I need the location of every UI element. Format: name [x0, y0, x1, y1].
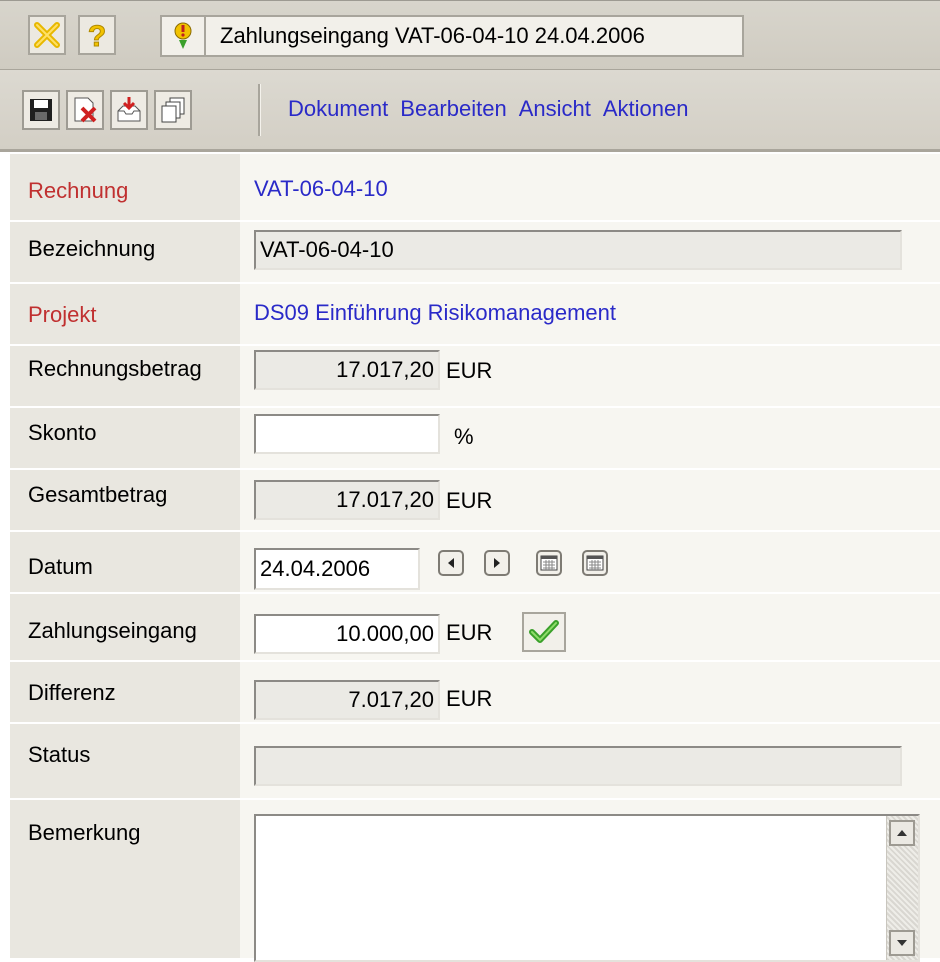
row-projekt: Projekt DS09 Einführung Risikomanagement: [10, 282, 940, 344]
status-label: Status: [28, 742, 91, 767]
rechnung-link[interactable]: VAT-06-04-10: [254, 176, 388, 202]
date-prev-icon[interactable]: [438, 550, 464, 576]
form-window: ? Zahlungseingang VAT-06-04-10 24.04.200…: [0, 0, 940, 962]
row-rechnungsbetrag: Rechnungsbetrag 17.017,20 EUR: [10, 344, 940, 406]
delete-doc-icon[interactable]: [66, 90, 104, 130]
zahlungseingang-field[interactable]: 10.000,00: [254, 614, 440, 654]
row-gesamtbetrag: Gesamtbetrag 17.017,20 EUR: [10, 468, 940, 530]
bezeichnung-field[interactable]: VAT-06-04-10: [254, 230, 902, 270]
help-question-icon[interactable]: ?: [78, 15, 116, 55]
document-alert-icon: [162, 17, 204, 55]
invoice-form: Rechnung VAT-06-04-10 Bezeichnung VAT-06…: [10, 152, 940, 962]
window-title: Zahlungseingang VAT-06-04-10 24.04.2006: [220, 23, 645, 48]
confirm-check-icon[interactable]: [522, 612, 566, 652]
differenz-field[interactable]: 7.017,20: [254, 680, 440, 720]
inbox-download-icon[interactable]: [110, 90, 148, 130]
menu-bearbeiten[interactable]: Bearbeiten: [400, 96, 506, 122]
menu-ansicht[interactable]: Ansicht: [519, 96, 591, 122]
row-bemerkung: Bemerkung: [10, 798, 940, 962]
scroll-down-icon[interactable]: [889, 930, 915, 956]
skonto-label: Skonto: [28, 420, 97, 445]
rechnungsbetrag-unit: EUR: [446, 358, 493, 383]
skonto-field[interactable]: [254, 414, 440, 454]
scroll-up-icon[interactable]: [889, 820, 915, 846]
calendar-icon[interactable]: [536, 550, 562, 576]
gesamtbetrag-label: Gesamtbetrag: [28, 482, 168, 507]
row-differenz: Differenz 7.017,20 EUR: [10, 660, 940, 722]
calendar-range-icon[interactable]: [582, 550, 608, 576]
svg-text:?: ?: [88, 20, 106, 51]
row-rechnung: Rechnung VAT-06-04-10: [10, 152, 940, 220]
row-bezeichnung: Bezeichnung VAT-06-04-10: [10, 220, 940, 282]
gesamtbetrag-field[interactable]: 17.017,20: [254, 480, 440, 520]
bemerkung-label: Bemerkung: [28, 820, 141, 845]
date-next-icon[interactable]: [484, 550, 510, 576]
toolbar: Dokument Bearbeiten Ansicht Aktionen: [0, 70, 940, 152]
copy-pages-icon[interactable]: [154, 90, 192, 130]
bemerkung-scrollbar[interactable]: [886, 816, 918, 960]
projekt-label: Projekt: [28, 302, 97, 327]
row-status: Status: [10, 722, 940, 798]
status-field[interactable]: [254, 746, 902, 786]
document-tab[interactable]: Zahlungseingang VAT-06-04-10 24.04.2006: [160, 15, 744, 57]
zahlungseingang-unit: EUR: [446, 620, 493, 645]
toolbar-separator: [258, 84, 261, 136]
title-bar: ? Zahlungseingang VAT-06-04-10 24.04.200…: [0, 0, 940, 70]
menu-dokument[interactable]: Dokument: [288, 96, 388, 122]
row-datum: Datum 24.04.2006: [10, 530, 940, 592]
close-x-icon[interactable]: [28, 15, 66, 55]
bemerkung-textarea[interactable]: [254, 814, 920, 962]
save-disk-icon[interactable]: [22, 90, 60, 130]
skonto-unit: %: [454, 424, 474, 449]
rechnungsbetrag-label: Rechnungsbetrag: [28, 356, 202, 381]
gesamtbetrag-unit: EUR: [446, 488, 493, 513]
menu-aktionen[interactable]: Aktionen: [603, 96, 689, 122]
datum-field[interactable]: 24.04.2006: [254, 548, 420, 590]
differenz-label: Differenz: [28, 680, 116, 705]
differenz-unit: EUR: [446, 686, 493, 711]
bezeichnung-label: Bezeichnung: [28, 236, 156, 261]
datum-label: Datum: [28, 554, 93, 579]
menu-bar: Dokument Bearbeiten Ansicht Aktionen: [288, 96, 688, 122]
rechnung-label: Rechnung: [28, 178, 129, 203]
row-zahlungseingang: Zahlungseingang 10.000,00 EUR: [10, 592, 940, 660]
rechnungsbetrag-field[interactable]: 17.017,20: [254, 350, 440, 390]
row-skonto: Skonto %: [10, 406, 940, 468]
zahlungseingang-label: Zahlungseingang: [28, 618, 197, 643]
projekt-link[interactable]: DS09 Einführung Risikomanagement: [254, 300, 616, 326]
